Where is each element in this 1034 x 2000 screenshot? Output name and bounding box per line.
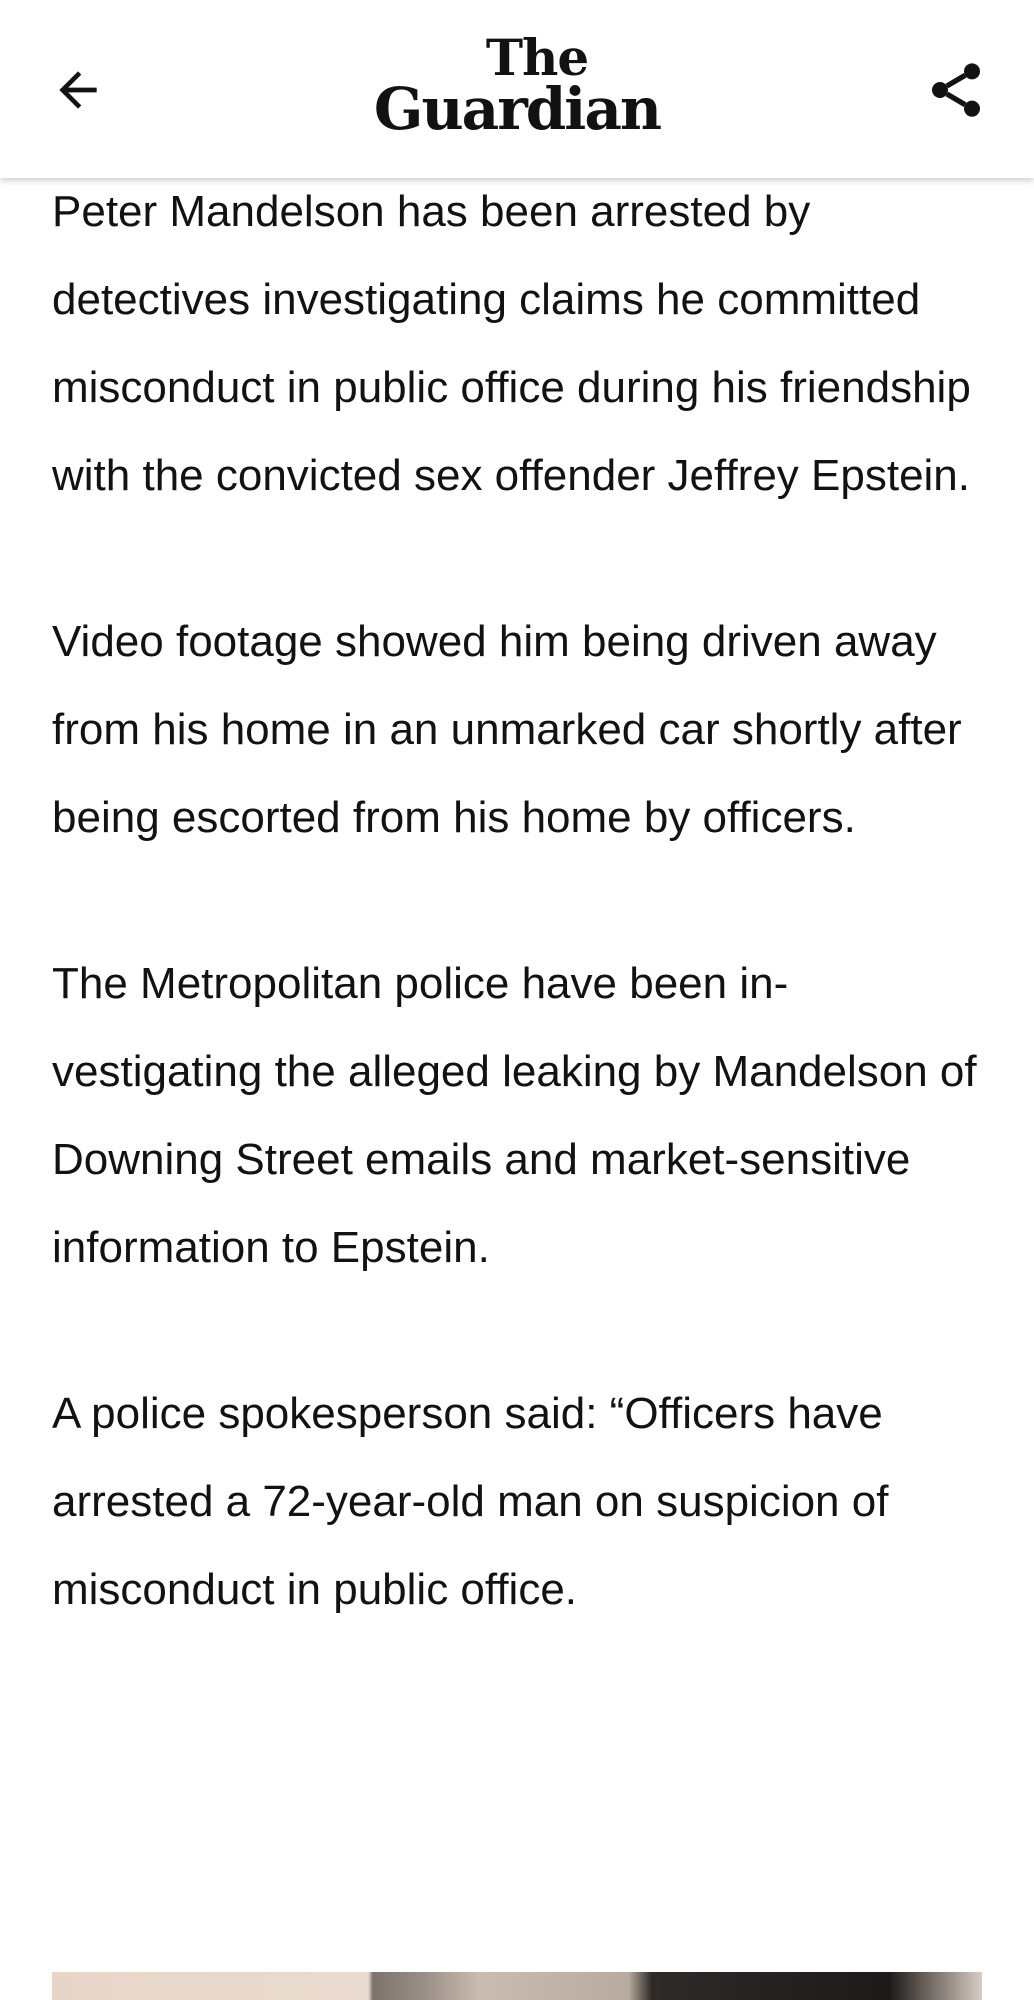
top-app-bar: The Guardian (0, 0, 1034, 178)
article-paragraph: Video footage showed him being driven aw… (52, 617, 962, 842)
arrow-left-icon (59, 71, 97, 109)
back-button[interactable] (38, 50, 118, 130)
article-paragraph: Peter Mandelson has been arrested by det… (52, 187, 971, 500)
article-body: Peter Mandelson has been arrested by det… (52, 168, 982, 1712)
article-paragraph: The Metropolitan police have been in­ves… (52, 959, 977, 1272)
logo-line-2: Guardian (373, 75, 662, 143)
article-paragraph: A police spokesperson said: “Officers ha… (52, 1389, 889, 1614)
guardian-logo: The Guardian (360, 33, 674, 144)
share-button[interactable] (916, 50, 996, 130)
share-icon (932, 63, 980, 117)
article-image[interactable] (52, 1972, 982, 2000)
